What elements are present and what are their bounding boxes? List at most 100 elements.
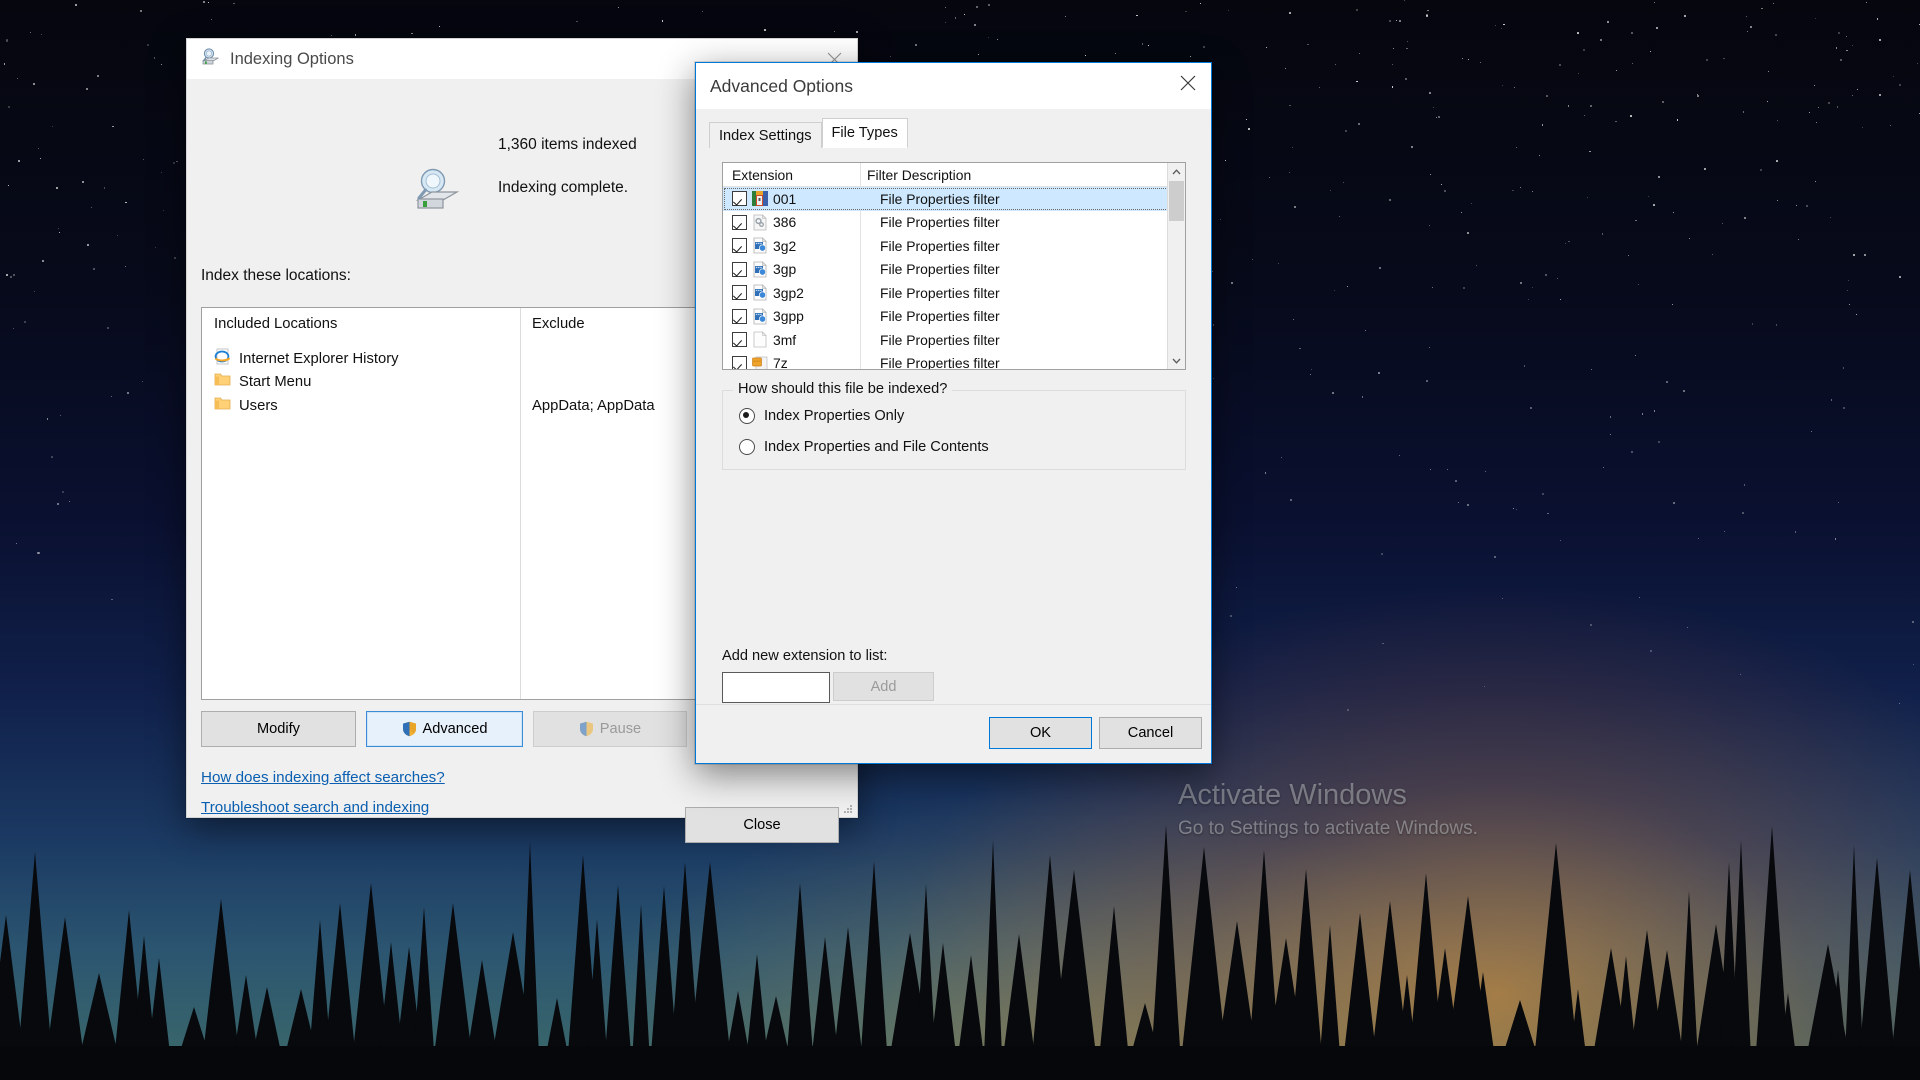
file-type-checkbox[interactable]: [732, 238, 747, 254]
radio-label: Index Properties Only: [764, 408, 905, 424]
file-type-checkbox[interactable]: [732, 191, 747, 207]
file-type-extension: 3gp: [773, 261, 797, 278]
activate-windows-watermark: Activate Windows Go to Settings to activ…: [1178, 778, 1478, 842]
file-type-extension: 3mf: [773, 331, 797, 348]
close-button[interactable]: Close: [685, 807, 839, 843]
indexing-affect-searches-link[interactable]: How does indexing affect searches?: [201, 769, 445, 786]
troubleshoot-search-link[interactable]: Troubleshoot search and indexing: [201, 799, 429, 816]
list-item-label: Internet Explorer History: [239, 350, 399, 367]
indexing-status-icon: [414, 167, 462, 218]
file-type-checkbox[interactable]: [732, 332, 747, 348]
advanced-button[interactable]: Advanced: [366, 711, 523, 747]
file-type-extension: 386: [773, 214, 797, 231]
column-header-extension: Extension: [732, 167, 794, 183]
chevron-up-icon[interactable]: [1168, 163, 1185, 180]
advanced-options-title: Advanced Options: [710, 75, 854, 96]
media-file-icon: [752, 261, 768, 278]
list-item[interactable]: Internet Explorer History: [214, 348, 399, 369]
sevenzip-icon: [752, 355, 768, 369]
folder-icon: [214, 396, 231, 415]
file-type-description: File Properties filter: [880, 237, 1000, 254]
table-row[interactable]: 3g2 File Properties filter: [723, 234, 1185, 258]
file-type-checkbox[interactable]: [732, 285, 747, 301]
radio-dot: [739, 439, 755, 455]
media-file-icon: [752, 237, 768, 254]
list-item[interactable]: Start Menu: [214, 372, 311, 391]
add-extension-label: Add new extension to list:: [722, 648, 888, 664]
column-divider: [520, 308, 521, 699]
tab-file-types[interactable]: File Types: [821, 118, 908, 148]
file-type-description: File Properties filter: [880, 355, 1000, 370]
pause-button-label: Pause: [599, 721, 642, 737]
list-item-label: Users: [239, 397, 278, 414]
file-type-extension: 3gp2: [773, 284, 804, 301]
file-type-extension: 3g2: [773, 237, 797, 254]
column-header-exclude: Exclude: [532, 316, 585, 332]
watermark-title: Activate Windows: [1178, 779, 1407, 811]
list-item-label: Start Menu: [239, 373, 312, 390]
add-extension-button[interactable]: Add: [833, 672, 934, 701]
close-button-row: Close: [685, 807, 839, 843]
watermark-subtitle: Go to Settings to activate Windows.: [1178, 818, 1478, 839]
file-type-description: File Properties filter: [880, 284, 1000, 301]
file-type-checkbox[interactable]: [732, 308, 747, 324]
radio-index-properties-only[interactable]: Index Properties Only: [739, 408, 904, 424]
resize-grip[interactable]: [841, 802, 853, 814]
blank-file-icon: [752, 331, 768, 348]
media-file-icon: [752, 308, 768, 325]
table-row[interactable]: 001 File Properties filter: [723, 187, 1185, 211]
file-type-description: File Properties filter: [880, 308, 1000, 325]
table-row[interactable]: 7z File Properties filter: [723, 352, 1185, 370]
modify-button[interactable]: Modify: [201, 711, 356, 747]
items-indexed-text: 1,360 items indexed: [498, 136, 637, 153]
table-row[interactable]: 3mf File Properties filter: [723, 328, 1185, 352]
list-item[interactable]: Users: [214, 396, 278, 415]
table-row[interactable]: 3gp File Properties filter: [723, 258, 1185, 282]
advanced-options-tabs: Index Settings File Types: [709, 118, 908, 148]
shield-icon: [402, 721, 417, 737]
file-types-scrollbar[interactable]: [1167, 163, 1185, 369]
index-locations-label: Index these locations:: [201, 267, 351, 284]
internet-explorer-icon: [214, 348, 231, 369]
table-row[interactable]: 386 File Properties filter: [723, 211, 1185, 235]
system-file-icon: [752, 214, 768, 231]
cancel-button[interactable]: Cancel: [1099, 717, 1202, 749]
table-row[interactable]: 3gpp File Properties filter: [723, 305, 1185, 329]
pause-button[interactable]: Pause: [533, 711, 687, 747]
exclude-value: AppData; AppData: [532, 398, 655, 414]
file-type-checkbox[interactable]: [732, 355, 747, 369]
index-method-groupbox: How should this file be indexed? Index P…: [722, 381, 1186, 470]
chevron-down-icon[interactable]: [1168, 352, 1185, 369]
radio-label: Index Properties and File Contents: [764, 439, 989, 455]
ok-button[interactable]: OK: [989, 717, 1092, 749]
indexing-status-text: Indexing complete.: [498, 179, 629, 196]
column-header-included: Included Locations: [214, 316, 338, 332]
shield-icon: [579, 721, 594, 737]
indexing-options-title: Indexing Options: [230, 49, 354, 68]
file-type-extension: 001: [773, 190, 797, 207]
file-type-checkbox[interactable]: [732, 261, 747, 277]
close-icon[interactable]: [1165, 63, 1211, 103]
archive-icon: [752, 190, 768, 207]
advanced-options-footer: OK Cancel: [696, 704, 1211, 763]
radio-dot-selected: [739, 408, 755, 424]
add-extension-input[interactable]: [722, 672, 830, 703]
tab-index-settings[interactable]: Index Settings: [709, 122, 822, 148]
file-type-description: File Properties filter: [880, 261, 1000, 278]
column-header-filter-description: Filter Description: [867, 167, 972, 183]
file-types-list[interactable]: Extension Filter Description 001 File Pro…: [722, 162, 1186, 370]
indexing-options-button-row: Modify Advanced Pause: [201, 711, 687, 747]
table-row[interactable]: 3gp2 File Properties filter: [723, 281, 1185, 305]
advanced-options-dialog: Advanced Options Index Settings File Typ…: [695, 62, 1212, 764]
file-type-extension: 7z: [773, 355, 788, 370]
advanced-button-label: Advanced: [422, 721, 488, 737]
file-type-description: File Properties filter: [880, 190, 1000, 207]
file-type-checkbox[interactable]: [732, 214, 747, 230]
advanced-options-titlebar: Advanced Options: [696, 63, 1211, 109]
radio-index-properties-and-contents[interactable]: Index Properties and File Contents: [739, 439, 989, 455]
folder-icon: [214, 372, 231, 391]
treeline-silhouette: [0, 780, 1920, 1080]
scrollbar-thumb[interactable]: [1169, 181, 1184, 221]
file-type-extension: 3gpp: [773, 308, 804, 325]
ground-silhouette: [0, 1046, 1920, 1080]
